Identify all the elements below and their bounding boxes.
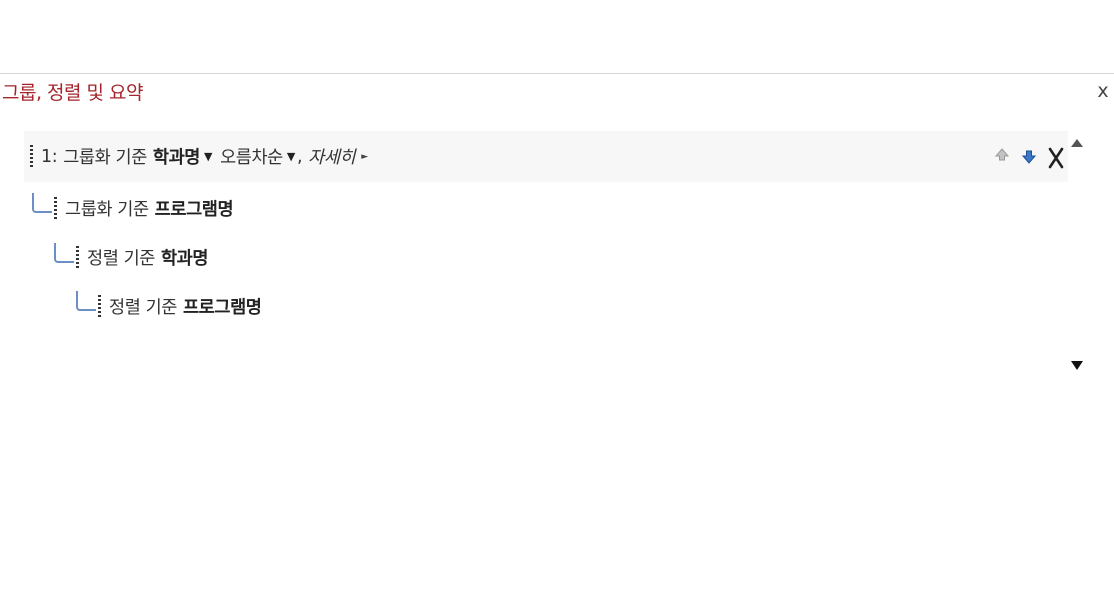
tree-connector: [76, 291, 96, 311]
drag-handle[interactable]: [76, 245, 79, 270]
group-level-row-2[interactable]: 그룹화 기준 프로그램명: [54, 196, 234, 221]
close-pane-button[interactable]: x: [1094, 80, 1112, 102]
level-prefix: 그룹화 기준: [63, 148, 147, 168]
field-dropdown-icon[interactable]: ▼: [204, 150, 212, 163]
field-select[interactable]: 프로그램명: [183, 294, 262, 319]
drag-handle[interactable]: [54, 196, 57, 221]
scroll-up-icon[interactable]: [1068, 134, 1086, 152]
tree-connector: [54, 243, 74, 263]
level-index: 1:: [41, 146, 58, 167]
pane-title: 그룹, 정렬 및 요약: [2, 82, 144, 104]
field-select[interactable]: 프로그램명: [155, 196, 234, 221]
order-dropdown-icon[interactable]: ▼: [287, 150, 295, 163]
more-options-link[interactable]: 자세히: [308, 144, 356, 169]
level-prefix: 정렬 기준: [87, 249, 155, 269]
arrow-down-icon[interactable]: [1020, 147, 1038, 167]
field-select[interactable]: 학과명: [153, 144, 201, 169]
separator: ,: [296, 146, 303, 167]
tree-connector: [32, 193, 52, 213]
delete-icon[interactable]: [1046, 146, 1066, 170]
group-level-row-1[interactable]: 1: 그룹화 기준 학과명 ▼ 오름차순 ▼ , 자세히 ►: [30, 144, 368, 169]
level-prefix: 정렬 기준: [109, 298, 177, 318]
sort-level-row-1[interactable]: 정렬 기준 학과명: [76, 245, 208, 270]
drag-handle[interactable]: [30, 144, 33, 169]
more-arrow-icon[interactable]: ►: [361, 152, 368, 162]
scroll-down-icon[interactable]: [1068, 357, 1086, 375]
pane-top-border: [0, 73, 1114, 74]
order-select[interactable]: 오름차순: [220, 144, 283, 169]
level-prefix: 그룹화 기준: [65, 200, 149, 220]
sort-level-row-2[interactable]: 정렬 기준 프로그램명: [98, 294, 262, 319]
drag-handle[interactable]: [98, 294, 101, 319]
field-select[interactable]: 학과명: [161, 245, 209, 270]
arrow-up-icon[interactable]: [993, 145, 1011, 165]
